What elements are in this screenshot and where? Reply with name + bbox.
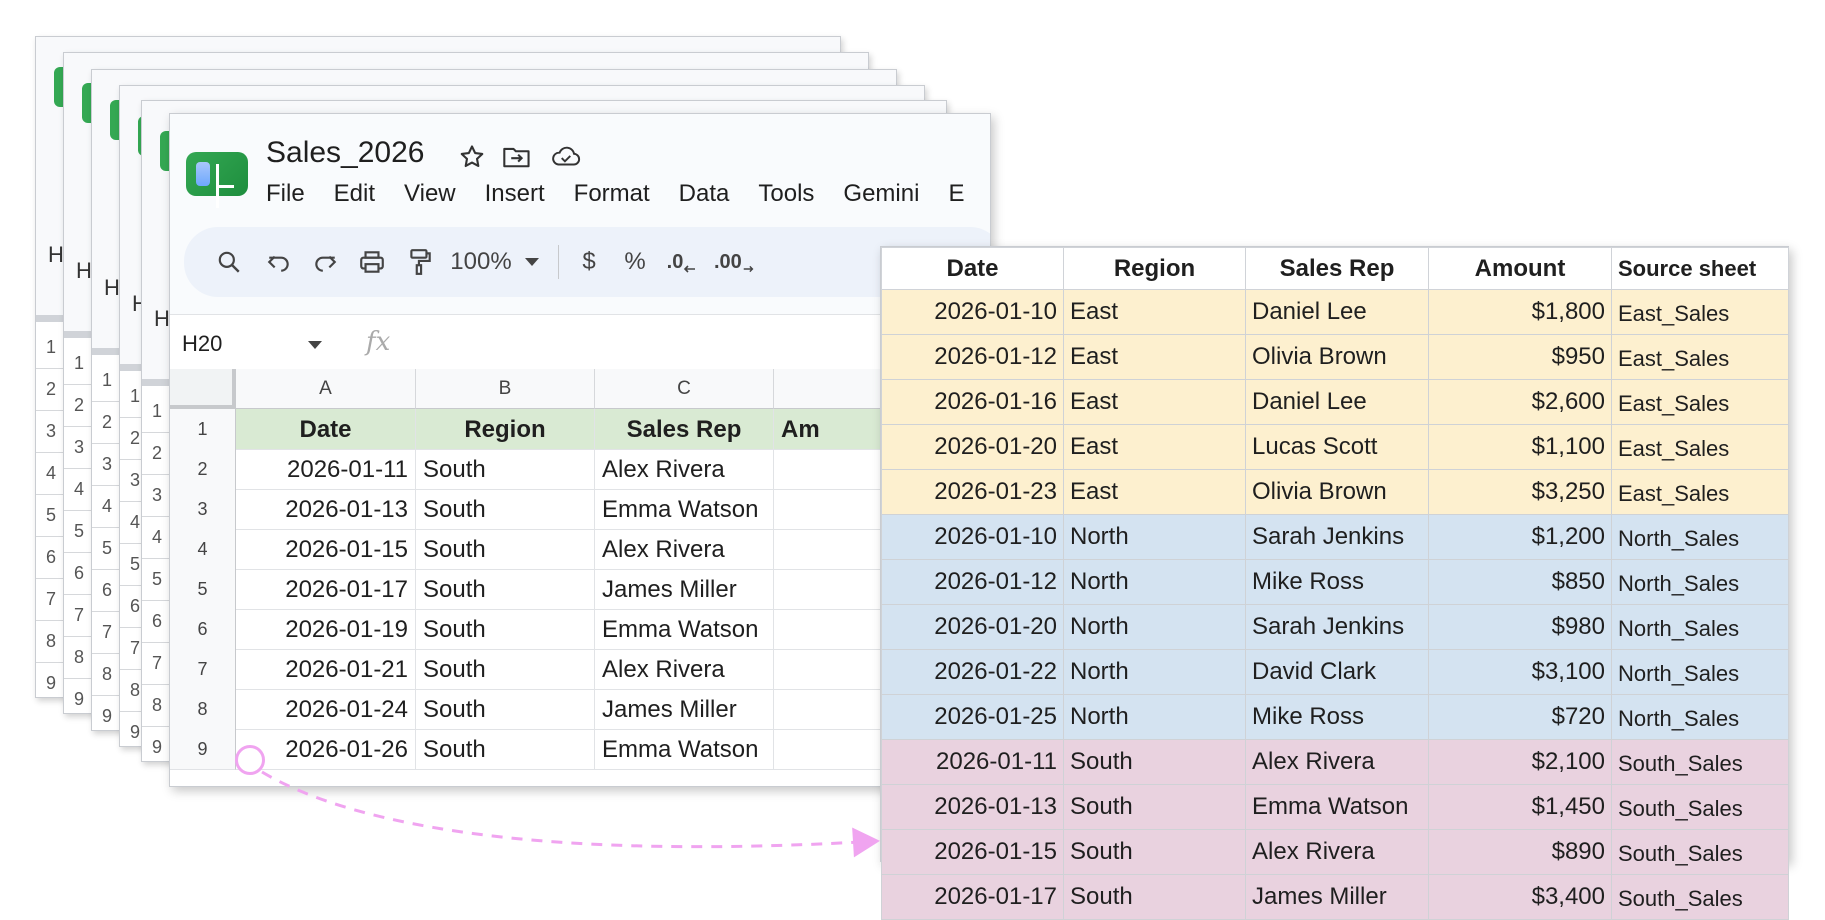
flow-arrow	[261, 770, 880, 858]
